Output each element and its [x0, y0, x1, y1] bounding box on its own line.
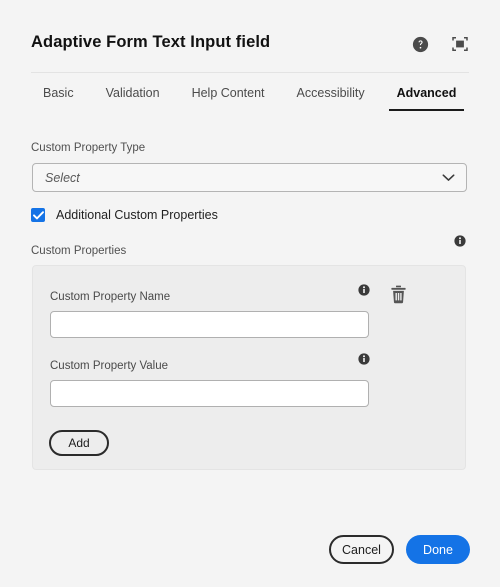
info-icon[interactable]	[358, 352, 370, 370]
header-actions	[410, 34, 470, 54]
tab-help-content[interactable]: Help Content	[176, 86, 281, 111]
custom-property-value-input[interactable]	[50, 380, 369, 407]
checkbox-checked-icon	[31, 208, 45, 222]
fullscreen-icon[interactable]	[450, 34, 470, 54]
help-circle-icon[interactable]	[410, 34, 430, 54]
additional-custom-properties-label: Additional Custom Properties	[56, 208, 218, 222]
custom-property-type-label: Custom Property Type	[31, 142, 146, 154]
custom-properties-panel: Custom Property Name Custom Property Val…	[32, 265, 466, 470]
tab-accessibility[interactable]: Accessibility	[281, 86, 381, 111]
additional-custom-properties-checkbox[interactable]: Additional Custom Properties	[31, 208, 218, 222]
tab-validation[interactable]: Validation	[90, 86, 176, 111]
info-icon[interactable]	[358, 283, 370, 301]
trash-icon[interactable]	[388, 283, 408, 305]
tab-advanced[interactable]: Advanced	[381, 86, 473, 111]
header-divider	[31, 72, 469, 73]
tab-bar: Basic Validation Help Content Accessibil…	[31, 86, 472, 111]
custom-property-name-input[interactable]	[50, 311, 369, 338]
page-title: Adaptive Form Text Input field	[31, 33, 271, 51]
done-button[interactable]: Done	[406, 535, 470, 564]
tab-basic[interactable]: Basic	[31, 86, 90, 111]
custom-property-name-label: Custom Property Name	[50, 291, 171, 303]
add-button[interactable]: Add	[49, 430, 109, 456]
dialog-footer: Cancel Done	[329, 535, 470, 564]
custom-property-type-select[interactable]: Select	[32, 163, 467, 192]
info-icon[interactable]	[454, 234, 466, 252]
custom-property-value-label: Custom Property Value	[50, 360, 169, 372]
custom-properties-label: Custom Properties	[31, 245, 127, 257]
chevron-down-icon	[442, 173, 455, 182]
dialog-header: Adaptive Form Text Input field	[0, 0, 500, 73]
custom-property-type-value: Select	[45, 170, 80, 185]
cancel-button[interactable]: Cancel	[329, 535, 394, 564]
